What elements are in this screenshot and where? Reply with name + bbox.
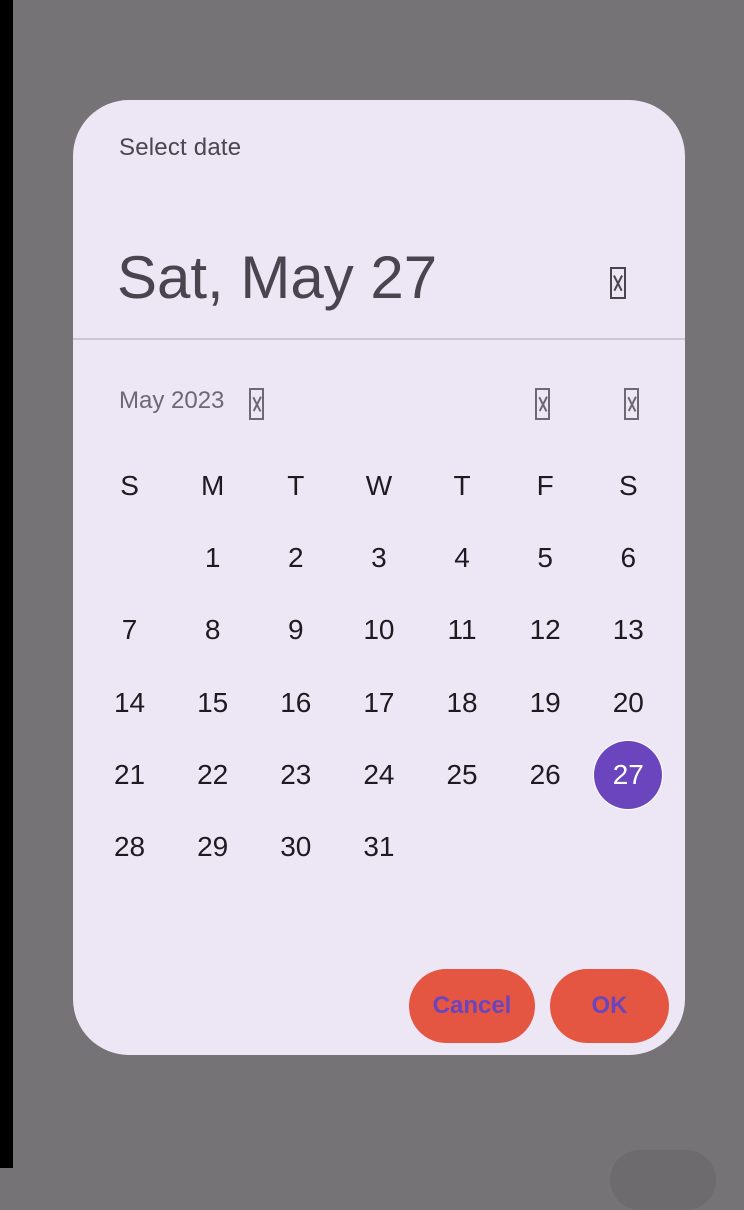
ok-button[interactable]: OK xyxy=(550,969,669,1043)
calendar-day[interactable]: 29 xyxy=(171,812,254,882)
weekday-label: M xyxy=(201,470,225,501)
calendar-day[interactable]: 24 xyxy=(337,740,420,810)
weekday-label: W xyxy=(365,470,393,501)
calendar-day-empty xyxy=(504,812,587,882)
calendar-day[interactable]: 10 xyxy=(337,595,420,665)
calendar-week-row: 21 22 23 24 25 26 27 xyxy=(88,740,670,810)
calendar-day[interactable]: 15 xyxy=(171,668,254,738)
weekday-label: T xyxy=(453,470,471,501)
calendar-day[interactable]: 19 xyxy=(504,668,587,738)
header-divider xyxy=(73,338,685,340)
calendar-day[interactable]: 2 xyxy=(254,523,337,593)
calendar-day[interactable]: 30 xyxy=(254,812,337,882)
calendar-day[interactable]: 12 xyxy=(504,595,587,665)
calendar-day[interactable]: 23 xyxy=(254,740,337,810)
calendar-day[interactable]: 31 xyxy=(337,812,420,882)
background-button xyxy=(610,1150,716,1210)
cancel-button[interactable]: Cancel xyxy=(409,969,535,1043)
calendar-day[interactable]: 21 xyxy=(88,740,171,810)
edit-icon[interactable] xyxy=(610,267,626,299)
calendar-day[interactable]: 1 xyxy=(171,523,254,593)
left-edge-strip xyxy=(0,0,13,1168)
calendar-day-empty xyxy=(421,812,504,882)
weekday-label: S xyxy=(120,470,139,501)
calendar-day[interactable]: 13 xyxy=(587,595,670,665)
calendar-week-row: 7 8 9 10 11 12 13 xyxy=(88,595,670,665)
calendar-day[interactable]: 28 xyxy=(88,812,171,882)
selected-day-label: 27 xyxy=(594,741,663,809)
weekday-label: S xyxy=(618,470,638,501)
calendar-day[interactable]: 6 xyxy=(587,523,670,593)
calendar-week-row: 28 29 30 31 xyxy=(88,812,670,882)
dropdown-icon[interactable] xyxy=(249,388,264,420)
calendar-day-empty xyxy=(587,812,670,882)
calendar-day[interactable]: 9 xyxy=(254,595,337,665)
month-year-label[interactable]: May 2023 xyxy=(119,387,224,415)
dialog-title: Select date xyxy=(119,134,242,161)
calendar-day[interactable]: 5 xyxy=(504,523,587,593)
calendar-day[interactable]: 20 xyxy=(587,668,670,738)
weekday-header: S M T W T F S xyxy=(88,466,670,506)
weekday-label: T xyxy=(287,470,305,501)
calendar-day[interactable]: 4 xyxy=(421,523,504,593)
calendar-day[interactable]: 8 xyxy=(171,595,254,665)
calendar-day[interactable]: 25 xyxy=(421,740,504,810)
calendar-day[interactable]: 26 xyxy=(504,740,587,810)
calendar-day[interactable]: 14 xyxy=(88,668,171,738)
calendar-day[interactable]: 16 xyxy=(254,668,337,738)
calendar-day[interactable]: 3 xyxy=(337,523,420,593)
calendar-day[interactable]: 17 xyxy=(337,668,420,738)
calendar-week-row: 14 15 16 17 18 19 20 xyxy=(88,668,670,738)
calendar-day[interactable]: 11 xyxy=(421,595,504,665)
chevron-right-icon[interactable] xyxy=(624,388,639,420)
calendar-day[interactable]: 7 xyxy=(88,595,171,665)
calendar-week-row: 1 2 3 4 5 6 xyxy=(88,523,670,593)
date-picker-dialog: Select date Sat, May 27 May 2023 S M T W… xyxy=(73,100,685,1055)
weekday-label: F xyxy=(536,470,554,501)
chevron-left-icon[interactable] xyxy=(535,388,550,420)
calendar-day[interactable]: 18 xyxy=(421,668,504,738)
calendar-day-empty xyxy=(88,523,171,593)
selected-date-headline: Sat, May 27 xyxy=(117,244,438,311)
calendar-day[interactable]: 22 xyxy=(171,740,254,810)
calendar-day-selected[interactable]: 27 xyxy=(587,740,670,810)
